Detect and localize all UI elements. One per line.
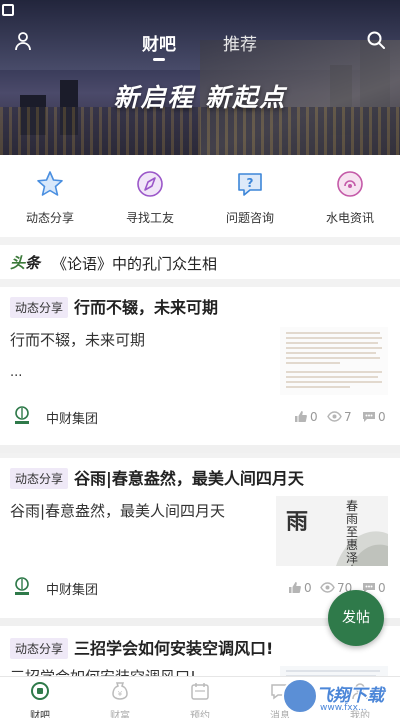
bottom-nav-label: 预约 (190, 711, 210, 718)
quick-action-news[interactable]: 水电资讯 (300, 169, 400, 226)
comment-icon[interactable] (362, 410, 376, 423)
quick-action-share[interactable]: 动态分享 (0, 169, 100, 226)
comment-count: 0 (378, 410, 386, 424)
svg-text:¥: ¥ (118, 690, 123, 698)
like-count: 0 (304, 581, 312, 595)
post-summary: 三招学会如何安装空调风口! (10, 666, 196, 676)
post-ellipsis: ... (10, 365, 23, 380)
search-icon[interactable] (366, 30, 386, 50)
bottom-nav-booking[interactable]: 预约 (160, 681, 240, 718)
status-bar (0, 0, 400, 22)
category-badge: 动态分享 (10, 297, 69, 318)
home-icon (31, 682, 49, 700)
star-icon (37, 171, 63, 196)
like-icon[interactable] (288, 581, 301, 594)
bottom-nav-label: 财富 (110, 711, 130, 718)
watermark-logo-icon (282, 678, 318, 714)
status-square-icon (2, 4, 14, 16)
post-summary: 谷雨|春意盎然，最美人间四月天 (10, 502, 226, 520)
view-count: 7 (344, 410, 352, 424)
post-title: 行而不辍，未来可期 (74, 298, 219, 317)
headline-bar[interactable]: 头条 《论语》中的孔门众生相 (0, 245, 400, 279)
calendar-icon (191, 683, 209, 700)
poster-char: 雨 (286, 509, 309, 535)
quick-action-consult[interactable]: ? 问题咨询 (200, 169, 300, 226)
quick-action-find-worker[interactable]: 寻找工友 (100, 169, 200, 226)
user-icon[interactable] (14, 31, 32, 51)
banner-city-lights (0, 107, 400, 155)
like-icon[interactable] (294, 410, 307, 423)
document-thumbnail (280, 666, 388, 676)
category-badge: 动态分享 (10, 468, 69, 489)
view-icon (327, 411, 342, 422)
wealth-icon: ¥ (112, 682, 128, 700)
post-summary: 行而不辍，未来可期 (10, 331, 146, 349)
chat-question-icon: ? (238, 173, 262, 196)
top-nav: 财吧 推荐 (0, 22, 400, 62)
feed-divider (0, 445, 400, 453)
author-name[interactable]: 中财集团 (46, 408, 98, 427)
post-thumbnail (280, 327, 388, 395)
bottom-nav-caiba[interactable]: 财吧 (0, 681, 80, 718)
info-bubble-icon (337, 171, 363, 197)
watermark-subtext: www.fxx... (320, 703, 367, 713)
comment-count: 0 (378, 581, 386, 595)
tab-recommend[interactable]: 推荐 (223, 30, 257, 55)
author-name[interactable]: 中财集团 (46, 579, 98, 598)
post-title: 谷雨|春意盎然，最美人间四月天 (74, 469, 304, 488)
headline-text: 《论语》中的孔门众生相 (52, 255, 218, 273)
post-button[interactable]: 发帖 (328, 590, 384, 646)
quick-action-label: 寻找工友 (125, 211, 174, 225)
document-thumbnail (280, 327, 388, 395)
tab-caiba[interactable]: 财吧 (142, 30, 176, 55)
like-count: 0 (310, 410, 318, 424)
svg-text:?: ? (247, 176, 254, 190)
post-thumbnail: 雨 春雨至惠泽来 (276, 496, 388, 566)
post-title: 三招学会如何安装空调风口! (74, 639, 274, 658)
active-tab-indicator (153, 58, 165, 61)
company-logo-icon (15, 406, 29, 424)
feed-card[interactable]: 动态分享 行而不辍，未来可期 行而不辍，未来可期 ... 中财集团 0 7 0 (0, 287, 400, 445)
quick-action-label: 水电资讯 (325, 211, 374, 225)
bottom-nav-label: 财吧 (30, 711, 50, 718)
site-watermark: 飞翔下载 www.fxx... (282, 676, 400, 718)
quick-action-label: 问题咨询 (225, 211, 274, 225)
post-thumbnail (280, 666, 388, 676)
compass-icon (137, 171, 163, 197)
bottom-nav-wealth[interactable]: ¥ 财富 (80, 681, 160, 718)
banner-slogan: 新启程 新起点 (113, 83, 287, 112)
poster-poem: 春雨至惠泽来 (346, 499, 359, 567)
category-badge: 动态分享 (10, 638, 69, 659)
quick-action-label: 动态分享 (25, 211, 74, 225)
quick-actions: 动态分享 寻找工友 ? 问题咨询 水电资讯 (0, 155, 400, 237)
view-icon (320, 582, 335, 593)
company-logo-icon (15, 577, 29, 595)
headline-tag: 头条 (10, 254, 41, 272)
